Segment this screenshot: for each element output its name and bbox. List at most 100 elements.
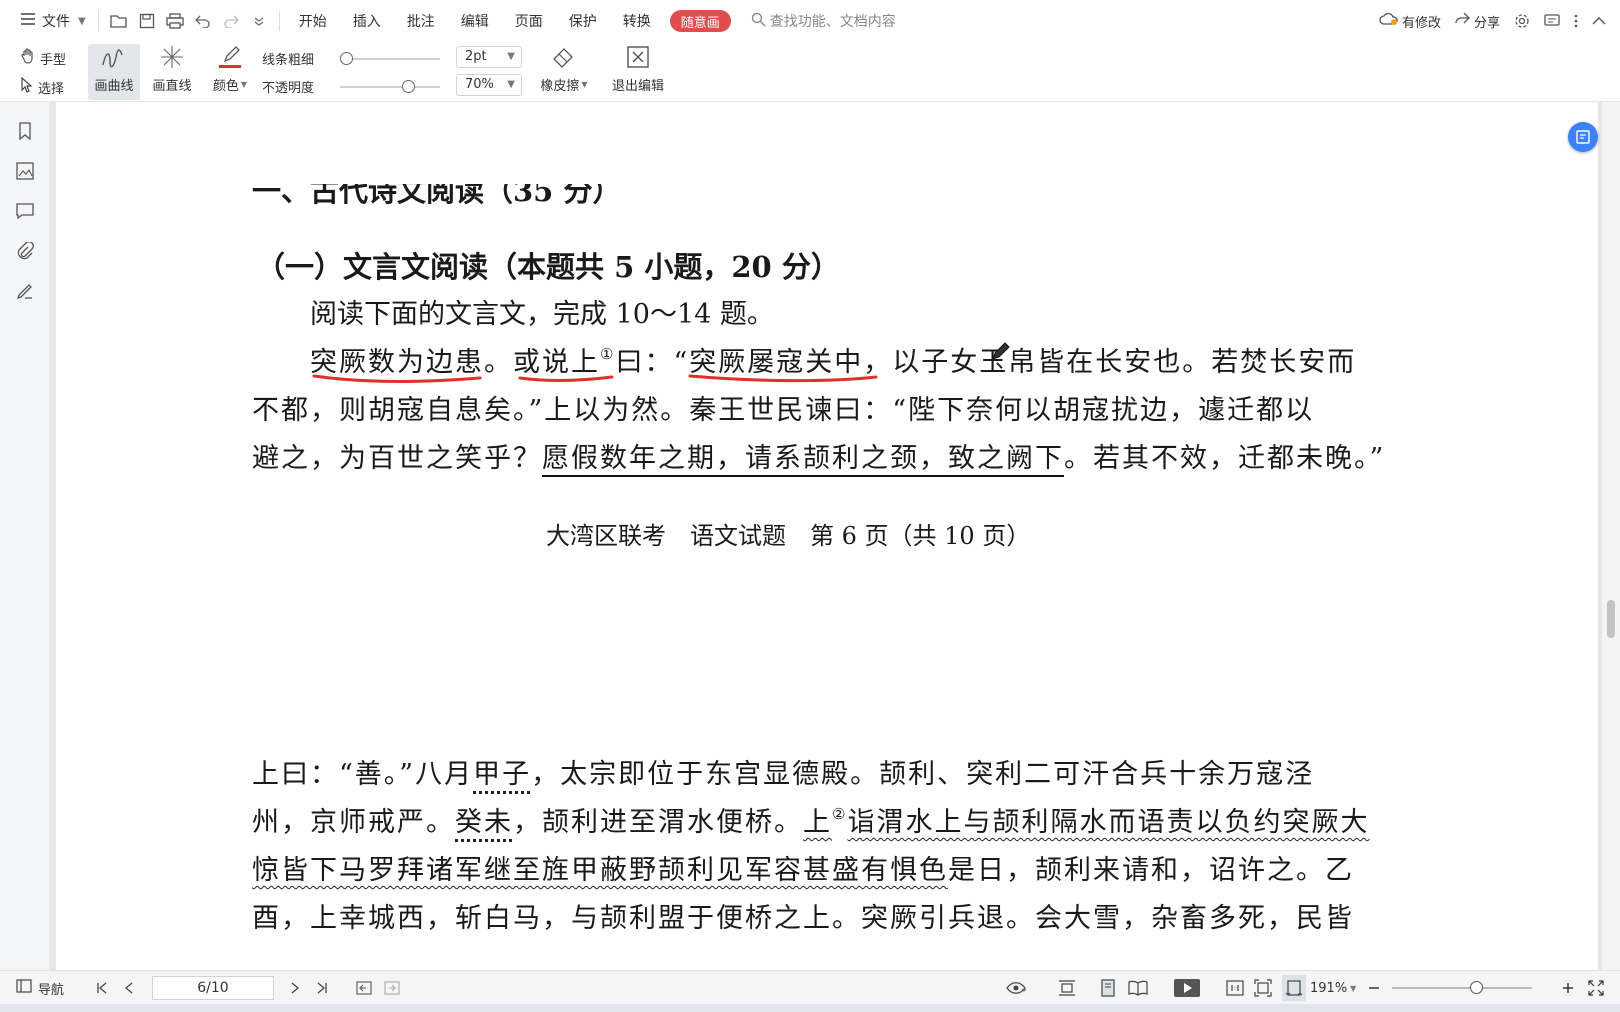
- eraser-button[interactable]: 橡皮擦 ▼: [536, 44, 592, 100]
- passage-line-3: 避之，为百世之笑乎？愿假数年之期，请系颉利之颈，致之阙下。若其不效，迁都未晚。”: [252, 436, 1386, 477]
- tab-insert[interactable]: 插入: [340, 6, 394, 36]
- tab-edit[interactable]: 编辑: [448, 6, 502, 36]
- line-width-slider-knob[interactable]: [340, 52, 353, 65]
- drawing-toolbar: 手型 选择 画曲线 画直线 颜色 ▼ 线条粗细 2pt ▼ 不透明度 70% ▼ …: [0, 42, 1620, 102]
- floating-tool-button[interactable]: [1568, 122, 1598, 152]
- opacity-slider-track[interactable]: [340, 86, 440, 88]
- select-tool-label: 选择: [38, 81, 65, 97]
- tab-start[interactable]: 开始: [286, 6, 340, 36]
- chevron-down-icon: ▼: [581, 80, 588, 89]
- line-width-slider-track[interactable]: [340, 58, 440, 60]
- eye-protection-icon[interactable]: [1006, 971, 1028, 1005]
- tab-page[interactable]: 页面: [502, 6, 556, 36]
- menu-bar: 文件 ▼ 开始 插入 批注 编辑 页面 保护 转换 随意画 查找功能、文档内容: [0, 0, 1620, 42]
- zoom-slider-track[interactable]: [1392, 987, 1532, 989]
- curve-pen-icon: [102, 49, 123, 68]
- dotted-emphasis: 癸未: [455, 807, 513, 838]
- passage-text: 。若其不效，迁都未晚。”: [1064, 443, 1386, 474]
- draw-line-label: 画直线: [152, 79, 192, 94]
- tab-freehand-draw[interactable]: 随意画: [669, 10, 731, 32]
- more-options-icon[interactable]: [1574, 14, 1578, 28]
- divider: [278, 11, 280, 31]
- search-box[interactable]: 查找功能、文档内容: [751, 11, 896, 31]
- line-width-value: 2pt: [465, 49, 487, 64]
- tab-protect[interactable]: 保护: [556, 6, 610, 36]
- subsection-heading: （一）文言文阅读（本题共 5 小题，20 分）: [256, 250, 840, 284]
- line-width-select[interactable]: 2pt ▼: [456, 46, 522, 68]
- wavy-underlined-text: 诣渭水上与颉利隔水而语责以负约突厥大: [847, 807, 1370, 838]
- hand-tool-button[interactable]: 手型: [20, 48, 66, 68]
- eraser-icon: [553, 48, 573, 68]
- document-viewport[interactable]: 一、古代诗文阅读（35 分） （一）文言文阅读（本题共 5 小题，20 分） 阅…: [50, 102, 1602, 970]
- left-sidebar: [0, 102, 50, 970]
- fit-page-icon[interactable]: [1254, 971, 1272, 1005]
- close-box-icon: [627, 46, 649, 68]
- fullscreen-icon[interactable]: [1588, 971, 1604, 1005]
- footnote-marker: ①: [600, 345, 616, 363]
- select-tool-button[interactable]: 选择: [20, 76, 65, 97]
- fit-width-icon[interactable]: [1282, 975, 1306, 1001]
- exit-edit-button[interactable]: 退出编辑: [608, 44, 668, 100]
- play-slideshow-icon[interactable]: [1174, 971, 1200, 1005]
- save-icon[interactable]: [133, 6, 161, 36]
- signature-icon[interactable]: [14, 280, 36, 302]
- draw-line-button[interactable]: 画直线: [146, 44, 198, 100]
- undo-icon[interactable]: [189, 6, 217, 36]
- collapse-ribbon-icon[interactable]: [1592, 16, 1606, 26]
- zoom-out-icon[interactable]: [1368, 971, 1380, 1005]
- scrollbar-thumb[interactable]: [1607, 600, 1615, 638]
- share-label: 分享: [1473, 15, 1500, 31]
- passage-text: 州，京师戒严。: [252, 807, 455, 838]
- back-icon[interactable]: [356, 971, 372, 1005]
- passage-line-2: 不都，则胡寇自息矣。”上以为然。秦王世民谏曰：“陛下奈何以胡寇扰边，遽迁都以: [252, 395, 1315, 426]
- previous-page-icon[interactable]: [124, 971, 134, 1005]
- vertical-scrollbar[interactable]: [1602, 102, 1620, 970]
- wavy-underlined-text: 上: [803, 807, 832, 838]
- file-menu[interactable]: 文件 ▼: [14, 6, 92, 36]
- last-page-icon[interactable]: [316, 971, 328, 1005]
- next-page-icon[interactable]: [290, 971, 300, 1005]
- zoom-slider-knob[interactable]: [1470, 981, 1483, 994]
- open-folder-icon[interactable]: [105, 6, 133, 36]
- book-view-icon[interactable]: [1128, 971, 1148, 1005]
- tab-convert[interactable]: 转换: [610, 6, 664, 36]
- passage-line-1: 上曰：“善。”八月甲子，太宗即位于东宫显德殿。颉利、突利二可汗合兵十余万寇泾: [252, 752, 1314, 791]
- single-page-view-icon[interactable]: [1058, 971, 1076, 1005]
- passage-text: 避之，为百世之笑乎？: [252, 443, 542, 474]
- chevron-down-icon: ▼: [1350, 983, 1357, 993]
- draw-curve-button[interactable]: 画曲线: [88, 44, 140, 100]
- forward-icon[interactable]: [384, 971, 400, 1005]
- share-button[interactable]: 分享: [1455, 12, 1500, 31]
- red-ink-annotation: [312, 374, 878, 383]
- dotted-emphasis: 甲子: [473, 759, 532, 790]
- redo-icon[interactable]: [217, 6, 245, 36]
- line-width-label: 线条粗细: [262, 53, 315, 68]
- cloud-status[interactable]: 有修改: [1379, 12, 1441, 31]
- tab-annotate[interactable]: 批注: [394, 6, 448, 36]
- settings-icon[interactable]: [1514, 13, 1530, 29]
- zoom-level-select[interactable]: 191% ▼: [1310, 971, 1356, 1005]
- has-changes-label: 有修改: [1401, 15, 1441, 31]
- comment-icon[interactable]: [14, 200, 36, 222]
- navigation-toggle[interactable]: 导航: [16, 971, 64, 1005]
- comment-icon[interactable]: [1544, 14, 1560, 28]
- quick-access-dropdown-icon[interactable]: [245, 6, 273, 36]
- color-button[interactable]: 颜色 ▼: [204, 44, 256, 100]
- color-label-text: 颜色: [212, 79, 239, 94]
- search-placeholder: 查找功能、文档内容: [769, 14, 896, 30]
- page-number-input[interactable]: 6/10: [152, 976, 274, 1000]
- first-page-icon[interactable]: [96, 971, 108, 1005]
- bookmark-icon[interactable]: [14, 120, 36, 142]
- attachment-icon[interactable]: [14, 240, 36, 262]
- passage-line-4: 酉，上幸城西，斩白马，与颉利盟于便桥之上。突厥引兵退。会大雪，杂畜多死，民皆: [252, 903, 1354, 934]
- section-heading: 一、古代诗文阅读（35 分）: [252, 184, 622, 208]
- actual-size-icon[interactable]: [1226, 971, 1244, 1005]
- thumbnail-icon[interactable]: [14, 160, 36, 182]
- chevron-down-icon: ▼: [507, 51, 515, 62]
- continuous-view-icon[interactable]: [1100, 971, 1116, 1005]
- zoom-in-icon[interactable]: [1562, 971, 1574, 1005]
- print-icon[interactable]: [161, 6, 189, 36]
- divider: [97, 11, 99, 31]
- opacity-slider-knob[interactable]: [402, 80, 415, 93]
- opacity-select[interactable]: 70% ▼: [456, 74, 522, 96]
